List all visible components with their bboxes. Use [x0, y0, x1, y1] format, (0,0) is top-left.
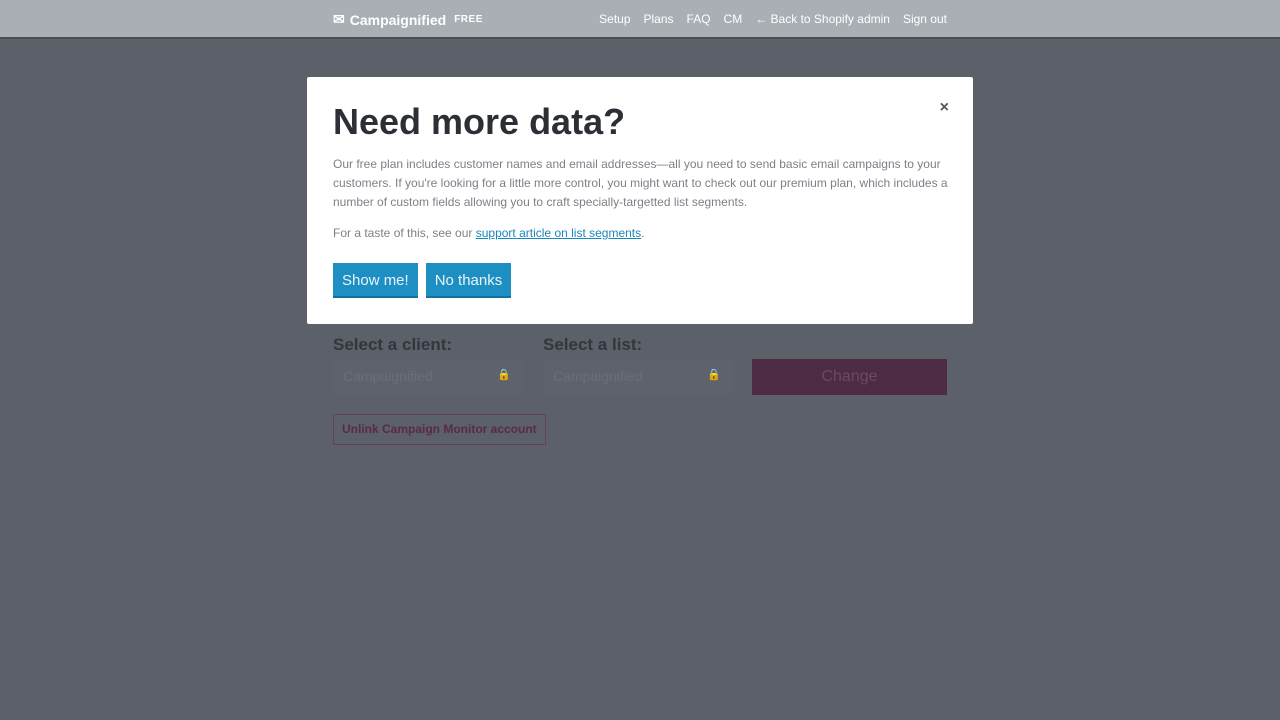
client-value: Campaignified: [343, 368, 433, 384]
nav-setup[interactable]: Setup: [599, 12, 630, 26]
change-button[interactable]: Change: [752, 359, 947, 395]
top-bar: ✉ Campaignified FREE Setup Plans FAQ CM …: [0, 0, 1280, 39]
plan-badge: FREE: [454, 14, 483, 25]
taste-prefix: For a taste of this, see our: [333, 226, 476, 240]
show-me-button[interactable]: Show me!: [333, 263, 418, 298]
list-value: Campaignified: [553, 368, 643, 384]
client-select[interactable]: Campaignified 🔒: [333, 360, 523, 394]
nav-cm[interactable]: CM: [724, 12, 743, 26]
brand-name: Campaignified: [349, 11, 447, 28]
nav-sign-out[interactable]: Sign out: [903, 12, 947, 26]
nav-plans[interactable]: Plans: [644, 12, 674, 26]
list-label: Select a list:: [543, 335, 643, 354]
modal-title: Need more data?: [333, 101, 626, 142]
client-label: Select a client:: [333, 335, 453, 354]
modal-body: Our free plan includes customer names an…: [333, 157, 948, 209]
nav-faq[interactable]: FAQ: [687, 12, 711, 26]
no-thanks-button[interactable]: No thanks: [425, 263, 512, 298]
lock-icon: 🔒: [497, 369, 511, 381]
nav-back-to-shopify[interactable]: ← Back to Shopify admin: [755, 12, 890, 26]
modal-taste-text: For a taste of this, see our support art…: [333, 226, 645, 240]
top-nav: Setup Plans FAQ CM ← Back to Shopify adm…: [599, 12, 947, 26]
modal-actions: Show me! No thanks: [333, 263, 512, 298]
brand-logo[interactable]: ✉ Campaignified FREE: [333, 11, 483, 28]
list-select[interactable]: Campaignified 🔒: [543, 360, 733, 394]
unlink-account-button[interactable]: Unlink Campaign Monitor account: [333, 414, 546, 445]
taste-suffix: .: [641, 226, 645, 240]
lock-icon: 🔒: [707, 369, 721, 381]
upgrade-modal: × Need more data? Our free plan includes…: [307, 77, 973, 324]
mail-icon: ✉: [333, 11, 345, 27]
close-icon[interactable]: ×: [940, 99, 949, 117]
support-article-link[interactable]: support article on list segments: [476, 226, 641, 240]
